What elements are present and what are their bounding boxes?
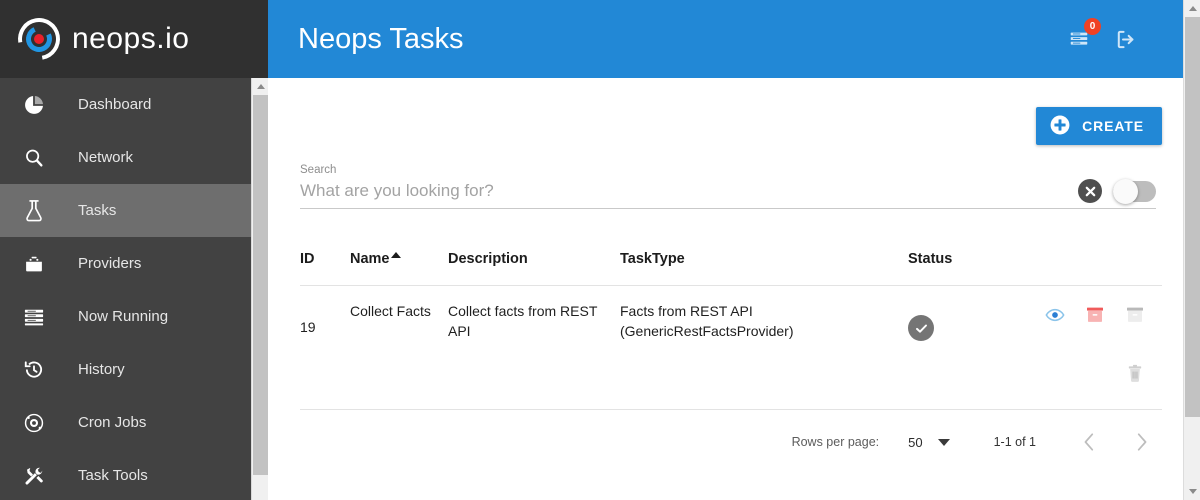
cell-actions [1006,301,1162,384]
page-scroll-down-icon[interactable] [1184,483,1200,500]
search-input[interactable] [300,181,1078,201]
sidebar: neops.io Dashboard Network Tasks Provide… [0,0,269,500]
clear-circle-x-icon[interactable] [1078,179,1102,203]
column-header-label: TaskType [620,251,685,267]
cell-id: 19 [300,319,316,335]
page-scroll-up-icon[interactable] [1184,0,1200,17]
logout-icon[interactable] [1112,26,1138,52]
sidebar-item-label: Now Running [78,308,169,325]
sidebar-scroll-thumb[interactable] [253,95,268,475]
sort-ascending-icon [390,252,401,258]
flask-icon [14,198,54,224]
sidebar-item-dashboard[interactable]: Dashboard [0,78,268,131]
cell-status [908,301,1006,341]
sidebar-item-history[interactable]: History [0,343,268,396]
sidebar-item-network[interactable]: Network [0,131,268,184]
column-header-id[interactable]: ID [300,251,350,267]
cell-tasktype-text: Facts from REST API (GenericRestFactsPro… [620,303,794,339]
sidebar-scroll-up-icon[interactable] [252,78,269,95]
pagination-range: 1-1 of 1 [993,435,1036,449]
cell-name-text: Collect Facts [350,303,431,319]
cell-description: Collect facts from REST API [448,301,620,341]
create-button[interactable]: CREATE [1036,107,1162,145]
tools-icon [14,463,54,489]
rows-per-page-label: Rows per page: [791,435,880,449]
column-header-label: Description [448,251,528,267]
notification-list-icon[interactable]: 0 [1066,18,1101,52]
rows-per-page-value: 50 [908,434,923,450]
eye-icon[interactable] [1044,304,1066,326]
show-inactive-toggle[interactable] [1113,178,1156,204]
column-header-name[interactable]: Name [350,251,448,267]
toggle-knob [1113,178,1138,204]
page-scrollbar[interactable] [1183,0,1200,500]
pagination-nav [1074,427,1156,457]
cell-tasktype: Facts from REST API (GenericRestFactsPro… [620,301,908,341]
previous-page-button[interactable] [1074,427,1104,457]
page-content: CREATE Search What are you looking for? … [268,78,1200,457]
table-header-row: ID Name Description TaskType Status [300,251,1162,286]
notification-badge: 0 [1084,18,1101,35]
archive-red-icon[interactable] [1084,304,1106,326]
sidebar-item-label: Task Tools [78,467,148,484]
column-header-label: Status [908,251,953,267]
column-header-tasktype[interactable]: TaskType [620,251,908,267]
page-title: Neops Tasks [298,22,464,55]
sidebar-item-label: Cron Jobs [78,414,147,431]
app-header: Neops Tasks 0 [268,0,1200,78]
sidebar-item-cron-jobs[interactable]: Cron Jobs [0,396,268,449]
sidebar-item-label: Tasks [78,202,117,219]
column-header-status[interactable]: Status [908,251,1006,267]
sidebar-item-tasks[interactable]: Tasks [0,184,268,237]
table-row[interactable]: 19 Collect Facts Collect facts from REST… [300,286,1162,396]
brand-logo[interactable]: neops.io [0,0,268,78]
page-scroll-thumb[interactable] [1185,17,1200,417]
archive-gray-icon[interactable] [1124,304,1146,326]
sidebar-item-now-running[interactable]: Now Running [0,290,268,343]
brand-name: neops.io [72,22,190,55]
check-circle-icon [908,315,934,341]
sidebar-item-label: History [78,361,125,378]
next-page-button[interactable] [1126,427,1156,457]
sidebar-item-task-tools[interactable]: Task Tools [0,449,268,500]
column-header-label: Name [350,251,390,267]
main-area: Neops Tasks 0 CREATE Search What are you… [268,0,1200,500]
sidebar-item-label: Dashboard [78,96,152,113]
tasks-table: ID Name Description TaskType Status 19 C… [290,251,1162,396]
create-row: CREATE [290,78,1162,145]
search-line [300,178,1156,209]
app-root: neops.io Dashboard Network Tasks Provide… [0,0,1200,500]
paginator: Rows per page: 50 1-1 of 1 [290,410,1162,457]
plus-circle-icon [1049,114,1071,139]
column-header-label: ID [300,251,315,267]
rows-per-page-select[interactable]: 50 [908,434,950,450]
search-label: Search [300,164,337,176]
cron-orbit-icon [14,410,54,436]
history-clock-icon [14,357,54,383]
server-list-icon [14,304,54,330]
neops-target-logo-icon [9,9,69,69]
chevron-down-icon [937,438,950,446]
sidebar-scrollbar[interactable] [251,78,269,500]
pie-chart-icon [14,92,54,118]
cell-description-text: Collect facts from REST API [448,303,598,339]
trash-icon[interactable] [1124,362,1146,384]
sidebar-item-label: Network [78,149,134,166]
sidebar-nav: Dashboard Network Tasks Providers Now Ru… [0,78,268,500]
toolbox-icon [14,251,54,277]
magnifier-icon [14,145,54,171]
create-button-label: CREATE [1082,118,1144,134]
row-action-buttons [1006,301,1146,384]
header-actions: 0 [1066,18,1138,52]
sidebar-item-providers[interactable]: Providers [0,237,268,290]
cell-name: Collect Facts [350,301,448,321]
search-block: Search [290,164,1162,209]
sidebar-item-label: Providers [78,255,142,272]
column-header-description[interactable]: Description [448,251,620,267]
